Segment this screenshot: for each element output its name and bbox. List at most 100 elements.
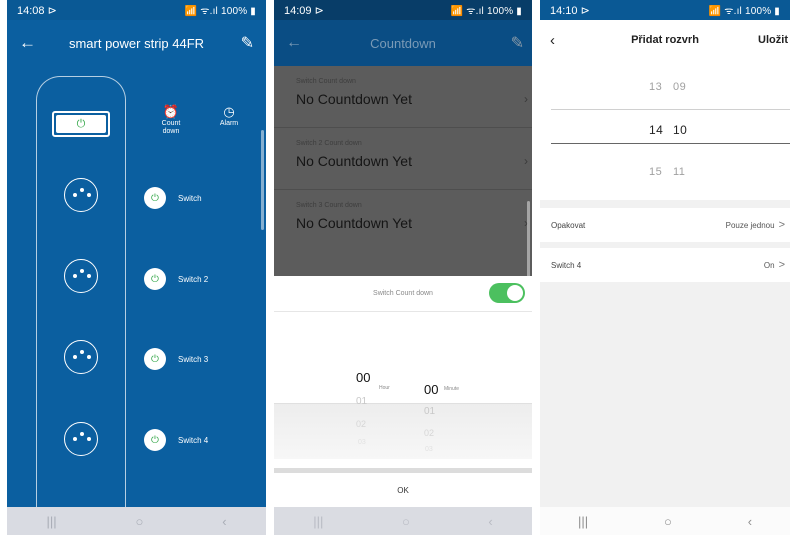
hour-selected[interactable]: 14: [649, 123, 663, 137]
time-picker[interactable]: 00 Hour 00 Minute 01 01 02 02 03 03: [274, 364, 532, 459]
setting-value: Pouze jednou: [725, 221, 775, 230]
status-icons: 📶 ᯤ.ıl 100% ▮: [708, 6, 780, 17]
status-time: 14:08 ⊳: [17, 4, 57, 17]
status-bar: 14:10 ⊳ 📶 ᯤ.ıl 100% ▮: [540, 0, 790, 20]
setting-label: Opakovat: [551, 220, 586, 230]
setting-label: Switch 4: [551, 260, 582, 270]
countdown-tool[interactable]: ⏰ Count down: [154, 104, 188, 136]
countdown-label: Count down: [161, 120, 181, 135]
power-icon[interactable]: ⏻: [144, 268, 166, 290]
status-time: 14:10 ⊳: [550, 4, 590, 17]
edit-pencil-icon[interactable]: ✎: [511, 33, 524, 53]
alarm-clock-icon: ⏰: [162, 104, 180, 119]
recent-apps-icon[interactable]: |||: [313, 514, 323, 529]
socket-1: [64, 178, 98, 212]
minute-selected[interactable]: 00: [424, 382, 438, 397]
socket-3: [64, 340, 98, 374]
sheet-title: Switch Count down: [373, 290, 433, 297]
hour-option[interactable]: 02: [356, 419, 366, 429]
back-icon[interactable]: ‹: [748, 514, 752, 529]
switch-1-control[interactable]: ⏻ Switch: [144, 187, 202, 209]
countdown-row[interactable]: Switch Count down No Countdown Yet ›: [274, 66, 532, 128]
chevron-right-icon: >: [778, 259, 785, 271]
sheet-header: Switch Count down: [274, 276, 532, 312]
countdown-row[interactable]: Switch 3 Count down No Countdown Yet ›: [274, 190, 532, 252]
socket-4: [64, 422, 98, 456]
switch-setting-row[interactable]: Switch 4 On >: [540, 248, 790, 282]
hour-label: Hour: [379, 385, 390, 391]
hour-option[interactable]: 03: [358, 439, 366, 446]
alarm-label: Alarm: [219, 120, 239, 127]
countdown-row[interactable]: Switch 2 Count down No Countdown Yet ›: [274, 128, 532, 190]
minute-option[interactable]: 01: [424, 406, 435, 417]
chevron-right-icon: ›: [524, 92, 528, 106]
switch-3-control[interactable]: ⏻ Switch 3: [144, 348, 208, 370]
minute-option[interactable]: 03: [425, 446, 433, 453]
minute-option[interactable]: 02: [424, 428, 434, 438]
phone-device-screen: 14:09 ⊳ 📶 ᯤ.ıl 100% ▮ ← Countdown ✎ Swit…: [274, 0, 532, 535]
dimmed-list: Switch Count down No Countdown Yet › Swi…: [274, 66, 532, 281]
back-icon[interactable]: ‹: [488, 514, 492, 529]
chevron-right-icon: ›: [524, 154, 528, 168]
back-arrow-icon[interactable]: ←: [19, 33, 36, 53]
clock-icon: ◷: [223, 104, 235, 119]
page-title: Přidat rozvrh: [631, 34, 699, 46]
row-label: Switch 3 Count down: [296, 202, 362, 209]
hour-option[interactable]: 01: [356, 396, 367, 407]
switch-4-control[interactable]: ⏻ Switch 4: [144, 429, 208, 451]
minute-option[interactable]: 11: [673, 166, 685, 178]
ok-button[interactable]: OK: [274, 473, 532, 507]
row-value: No Countdown Yet: [296, 91, 412, 107]
back-arrow-icon[interactable]: ←: [286, 34, 302, 52]
socket-2: [64, 259, 98, 293]
switch-1-label: Switch: [178, 193, 202, 203]
minute-selected[interactable]: 10: [673, 123, 687, 137]
switch-2-control[interactable]: ⏻ Switch 2: [144, 268, 208, 290]
hour-option[interactable]: 15: [649, 166, 662, 178]
home-icon[interactable]: ○: [664, 514, 672, 529]
row-label: Switch 2 Count down: [296, 140, 362, 147]
back-icon[interactable]: ‹: [222, 514, 226, 529]
page-title: Countdown: [370, 35, 436, 51]
phone-device-screen: 14:08 ⊳ 📶 ᯤ.ıl 100% ▮ ← smart power stri…: [7, 0, 266, 535]
app-bar: ← smart power strip 44FR ✎: [7, 20, 266, 66]
phone-device-screen: 14:10 ⊳ 📶 ᯤ.ıl 100% ▮ ‹ Přidat rozvrh Ul…: [540, 0, 790, 535]
status-bar: 14:09 ⊳ 📶 ᯤ.ıl 100% ▮: [274, 0, 532, 20]
system-nav-bar: ||| ○ ‹: [274, 507, 532, 535]
minute-option[interactable]: 09: [673, 81, 686, 93]
scrollbar[interactable]: [527, 201, 530, 281]
system-nav-bar: ||| ○ ‹: [540, 507, 790, 535]
home-icon[interactable]: ○: [402, 514, 410, 529]
row-value: No Countdown Yet: [296, 153, 412, 169]
back-chevron-icon[interactable]: ‹: [550, 32, 555, 49]
power-icon[interactable]: ⏻: [144, 348, 166, 370]
row-value: No Countdown Yet: [296, 215, 412, 231]
home-icon[interactable]: ○: [135, 514, 143, 529]
status-bar: 14:08 ⊳ 📶 ᯤ.ıl 100% ▮: [7, 0, 266, 20]
alarm-tool[interactable]: ◷ Alarm: [214, 104, 244, 128]
countdown-toggle[interactable]: [489, 283, 525, 303]
status-icons: 📶 ᯤ.ıl 100% ▮: [450, 6, 522, 17]
switch-3-label: Switch 3: [178, 354, 209, 364]
switch-4-label: Switch 4: [178, 435, 209, 445]
power-icon: ⏻: [76, 117, 86, 130]
master-power-button[interactable]: ⏻: [52, 111, 110, 137]
edit-pencil-icon[interactable]: ✎: [241, 33, 254, 53]
app-bar: ← Countdown ✎: [274, 20, 532, 66]
power-icon[interactable]: ⏻: [144, 429, 166, 451]
repeat-setting-row[interactable]: Opakovat Pouze jednou >: [540, 208, 790, 242]
hour-selected[interactable]: 00: [356, 370, 370, 385]
recent-apps-icon[interactable]: |||: [46, 514, 56, 529]
chevron-right-icon: >: [778, 219, 785, 231]
power-icon[interactable]: ⏻: [144, 187, 166, 209]
recent-apps-icon[interactable]: |||: [578, 514, 588, 529]
minute-label: Minute: [444, 386, 460, 392]
status-icons: 📶 ᯤ.ıl 100% ▮: [184, 6, 256, 17]
switch-2-label: Switch 2: [178, 274, 209, 284]
time-picker[interactable]: 13 09 14 10 15 11: [540, 60, 790, 200]
scrollbar[interactable]: [261, 130, 264, 230]
save-button[interactable]: Uložit: [758, 34, 788, 46]
setting-value: On: [763, 261, 775, 270]
countdown-bottom-sheet: Switch Count down 00 Hour 00 Minute 01 0…: [274, 276, 532, 507]
hour-option[interactable]: 13: [649, 81, 662, 93]
